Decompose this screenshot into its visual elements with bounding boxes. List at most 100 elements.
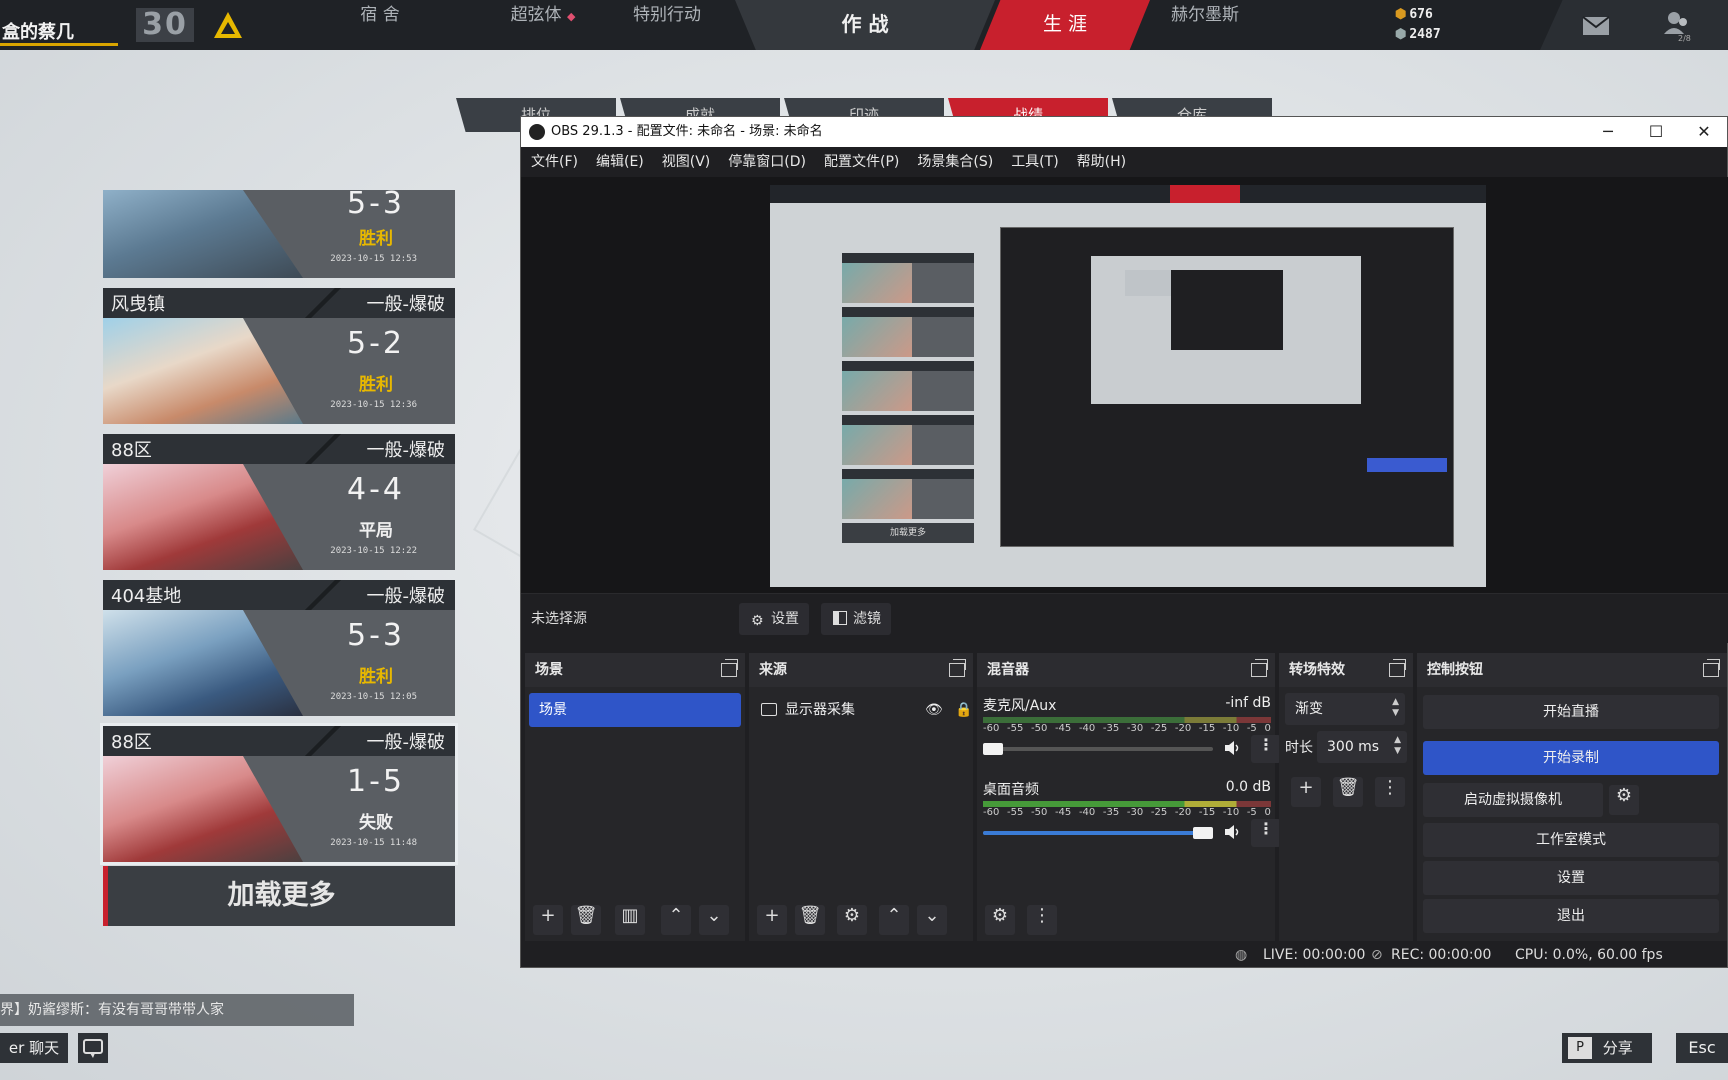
- scenes-title: 场景: [535, 662, 563, 678]
- transition-menu-icon[interactable]: ⋮: [1375, 777, 1405, 807]
- duration-spinbox[interactable]: 300 ms ▲ ▼: [1317, 731, 1407, 763]
- transition-select[interactable]: 渐变 ▲ ▼: [1285, 693, 1405, 725]
- map-thumbnail: [103, 318, 303, 424]
- preview-card: [842, 469, 974, 519]
- lock-icon[interactable]: 🔒: [955, 697, 972, 723]
- minimize-icon[interactable]: ─: [1585, 117, 1631, 147]
- nav-hermes[interactable]: 赫尔墨斯: [1150, 0, 1260, 50]
- menu-edit[interactable]: 编辑(E): [596, 147, 644, 177]
- currency-display: 676 2487: [1395, 5, 1440, 45]
- visibility-eye-icon[interactable]: 👁: [925, 697, 943, 723]
- source-properties-icon[interactable]: ⚙: [837, 905, 867, 935]
- scale-tick: -10: [1222, 807, 1240, 818]
- player-name[interactable]: 盒的蔡几: [0, 18, 118, 46]
- preview-canvas[interactable]: 加载更多: [770, 185, 1486, 587]
- slider-knob[interactable]: [1193, 827, 1213, 839]
- channel-menu-icon[interactable]: ⋮: [1251, 735, 1281, 763]
- esc-button[interactable]: Esc: [1676, 1033, 1728, 1063]
- nav-special-ops[interactable]: 特别行动: [612, 0, 722, 50]
- undock-icon[interactable]: [721, 659, 738, 677]
- match-card[interactable]: 88区 一般-爆破 1-5 失败 2023-10-15 11:48: [100, 723, 458, 865]
- studio-mode-button[interactable]: 工作室模式: [1423, 823, 1719, 857]
- add-source-icon[interactable]: +: [757, 905, 787, 935]
- scene-list-item[interactable]: 场景: [529, 693, 741, 727]
- speaker-icon[interactable]: [1223, 739, 1243, 757]
- menu-view[interactable]: 视图(V): [662, 147, 711, 177]
- virtual-camera-gear-icon[interactable]: ⚙: [1609, 785, 1639, 815]
- source-settings-button[interactable]: ⚙ 设置: [739, 603, 809, 635]
- match-card[interactable]: 风曳镇 一般-爆破 5-2 胜利 2023-10-15 12:36: [103, 288, 455, 424]
- scenes-dock-toolbar: + 🗑 ▥ ⌃ ⌄: [525, 899, 745, 941]
- mixer-title: 混音器: [987, 662, 1029, 678]
- start-virtual-camera-button[interactable]: 启动虚拟摄像机: [1423, 783, 1603, 817]
- menu-help[interactable]: 帮助(H): [1077, 147, 1126, 177]
- load-more-button[interactable]: 加载更多: [103, 866, 455, 926]
- scale-tick: -60: [983, 807, 1000, 818]
- chat-toggle-icon[interactable]: [78, 1033, 108, 1063]
- match-card[interactable]: 5-3 胜利 2023-10-15 12:53: [103, 190, 455, 278]
- match-score: 4-4: [347, 472, 405, 507]
- nav-dorm[interactable]: 宿 舍: [330, 0, 430, 50]
- start-streaming-button[interactable]: 开始直播: [1423, 695, 1719, 729]
- source-list-item[interactable]: 显示器采集 👁 🔒: [759, 697, 979, 723]
- close-icon[interactable]: ✕: [1681, 117, 1727, 147]
- remove-source-icon[interactable]: 🗑: [795, 905, 825, 935]
- volume-slider[interactable]: [983, 743, 1213, 755]
- volume-slider[interactable]: [983, 827, 1213, 839]
- chat-button[interactable]: er 聊天: [0, 1033, 68, 1063]
- scene-filters-icon[interactable]: ▥: [615, 905, 645, 935]
- source-toolbar: 未选择源 ⚙ 设置 滤镜: [521, 593, 1728, 643]
- move-down-icon[interactable]: ⌄: [699, 905, 729, 935]
- nav-superstring[interactable]: 超弦体 ◆: [478, 0, 608, 50]
- undock-icon[interactable]: [1389, 659, 1406, 677]
- menu-docks[interactable]: 停靠窗口(D): [728, 147, 806, 177]
- cpu-fps: CPU: 0.0%, 60.00 fps: [1515, 947, 1663, 963]
- menu-profile[interactable]: 配置文件(P): [824, 147, 899, 177]
- meter-scale: -60 -55 -50 -45 -40 -35 -30 -25 -20 -15 …: [983, 723, 1271, 734]
- menu-scene-collection[interactable]: 场景集合(S): [917, 147, 993, 177]
- live-timer: LIVE: 00:00:00: [1263, 947, 1366, 963]
- remove-transition-icon[interactable]: 🗑: [1333, 777, 1363, 807]
- move-up-icon[interactable]: ⌃: [661, 905, 691, 935]
- slider-knob[interactable]: [983, 743, 1003, 755]
- menu-tools[interactable]: 工具(T): [1011, 147, 1058, 177]
- advanced-audio-gear-icon[interactable]: ⚙: [985, 905, 1015, 935]
- nav-career[interactable]: 生 涯: [980, 0, 1150, 50]
- add-transition-icon[interactable]: +: [1291, 777, 1321, 807]
- speaker-icon[interactable]: [1223, 823, 1243, 841]
- share-button[interactable]: P 分享: [1562, 1033, 1652, 1063]
- nav-combat-label: 作 战: [841, 12, 889, 36]
- settings-button[interactable]: 设置: [1423, 861, 1719, 895]
- match-result: 胜利: [359, 229, 393, 249]
- rec-icon: ⊘: [1371, 947, 1383, 963]
- move-up-icon[interactable]: ⌃: [879, 905, 909, 935]
- channel-menu-icon[interactable]: ⋮: [1251, 819, 1281, 847]
- spin-arrows-icon[interactable]: ▲ ▼: [1394, 735, 1401, 757]
- mixer-menu-icon[interactable]: ⋮: [1027, 905, 1057, 935]
- match-result: 胜利: [359, 375, 393, 395]
- menu-file[interactable]: 文件(F): [531, 147, 578, 177]
- scale-tick: -35: [1102, 807, 1120, 818]
- mail-icon[interactable]: [1582, 16, 1610, 36]
- obs-title-bar[interactable]: OBS 29.1.3 - 配置文件: 未命名 - 场景: 未命名 ─ ☐ ✕: [521, 117, 1727, 147]
- exit-button[interactable]: 退出: [1423, 899, 1719, 933]
- nav-combat[interactable]: 作 战: [735, 0, 995, 50]
- undock-icon[interactable]: [949, 659, 966, 677]
- filters-button[interactable]: 滤镜: [821, 603, 891, 635]
- match-card[interactable]: 404基地 一般-爆破 5-3 胜利 2023-10-15 12:05: [103, 580, 455, 716]
- controls-title: 控制按钮: [1427, 662, 1483, 678]
- undock-icon[interactable]: [1703, 659, 1720, 677]
- header-divider: [303, 726, 343, 756]
- filter-icon: [833, 611, 847, 625]
- header-divider: [303, 580, 343, 610]
- maximize-icon[interactable]: ☐: [1633, 117, 1679, 147]
- match-card[interactable]: 88区 一般-爆破 4-4 平局 2023-10-15 12:22: [103, 434, 455, 570]
- add-scene-icon[interactable]: +: [533, 905, 563, 935]
- preview-card: [842, 415, 974, 465]
- start-recording-button[interactable]: 开始录制: [1423, 741, 1719, 775]
- move-down-icon[interactable]: ⌄: [917, 905, 947, 935]
- undock-icon[interactable]: [1251, 659, 1268, 677]
- friends-icon[interactable]: 2/8: [1662, 10, 1692, 42]
- scale-tick: -35: [1102, 723, 1120, 734]
- remove-scene-icon[interactable]: 🗑: [571, 905, 601, 935]
